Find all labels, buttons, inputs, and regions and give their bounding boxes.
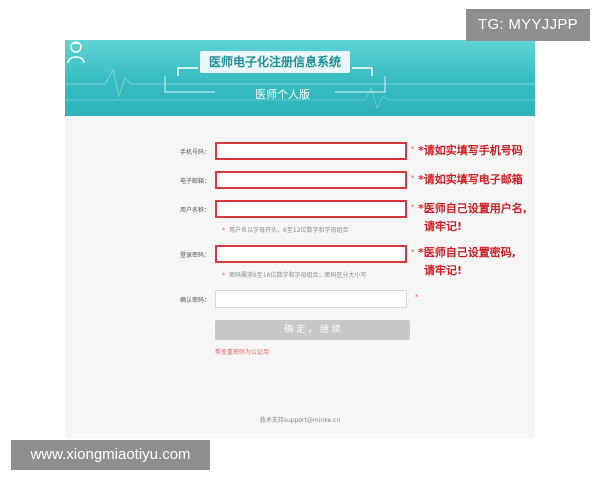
- tg-watermark: TG: MYYJJPP: [466, 9, 590, 41]
- username-hint: * 用户名以字母开头，6至12位数字和字母组合: [222, 226, 348, 236]
- password-annotation-text: 医师自己设置密码,: [423, 246, 516, 259]
- required-mark: *: [411, 203, 415, 211]
- password-input[interactable]: [215, 245, 407, 263]
- subtitle: 医师个人版: [255, 88, 310, 101]
- phone-annotation-text: 请如实填写手机号码: [423, 144, 523, 157]
- link-note[interactable]: 帮查重密码为公证用: [215, 347, 269, 356]
- email-label: 电子邮箱：: [179, 178, 210, 185]
- username-annotation-text: 医师自己设置用户名,: [423, 202, 527, 215]
- registration-page: 医师电子化注册信息系统 医师个人版 手机号码： * 电子邮箱： * 用户名称： …: [65, 40, 535, 438]
- header-banner: 医师电子化注册信息系统 医师个人版: [65, 40, 535, 116]
- hint-star: *: [222, 227, 225, 234]
- required-mark: *: [415, 293, 419, 301]
- password-hint-text: 密码需求6至16位数字和字母组合，密码区分大小写: [229, 272, 367, 279]
- email-annotation-text: 请如实填写电子邮箱: [423, 173, 523, 186]
- password-hint: * 密码需求6至16位数字和字母组合，密码区分大小写: [222, 271, 366, 281]
- email-input[interactable]: [215, 171, 407, 189]
- confirm-password-label: 确认密码：: [179, 297, 210, 304]
- hint-star: *: [222, 272, 225, 279]
- phone-annotation: *请如实填写手机号码: [418, 142, 523, 160]
- required-mark: *: [411, 174, 415, 182]
- password-annotation: *医师自己设置密码, 请牢记!: [418, 244, 516, 280]
- username-annotation: *医师自己设置用户名, 请牢记!: [418, 200, 527, 236]
- required-mark: *: [411, 145, 415, 153]
- system-title: 医师电子化注册信息系统: [200, 51, 350, 73]
- password-annotation-line2: 请牢记!: [424, 264, 463, 277]
- phone-input[interactable]: [215, 142, 407, 160]
- username-input[interactable]: [215, 200, 407, 218]
- email-annotation: *请如实填写电子邮箱: [418, 171, 523, 189]
- password-label: 登录密码：: [179, 252, 210, 259]
- username-label: 用户名称：: [179, 207, 210, 214]
- username-hint-text: 用户名以字母开头，6至12位数字和字母组合: [229, 227, 349, 234]
- doctor-icon: [67, 41, 85, 64]
- phone-label: 手机号码：: [179, 149, 210, 156]
- confirm-password-input[interactable]: [215, 290, 407, 308]
- username-annotation-line2: 请牢记!: [424, 220, 463, 233]
- support-footer: 技术支持support@minke.cn: [259, 417, 341, 424]
- username-annotation-line1: *医师自己设置用户名,: [418, 200, 527, 218]
- password-annotation-line1: *医师自己设置密码,: [418, 244, 516, 262]
- required-mark: *: [411, 248, 415, 256]
- confirm-continue-button[interactable]: 确 定 ， 继 续: [215, 320, 410, 340]
- site-watermark: www.xiongmiaotiyu.com: [11, 440, 210, 470]
